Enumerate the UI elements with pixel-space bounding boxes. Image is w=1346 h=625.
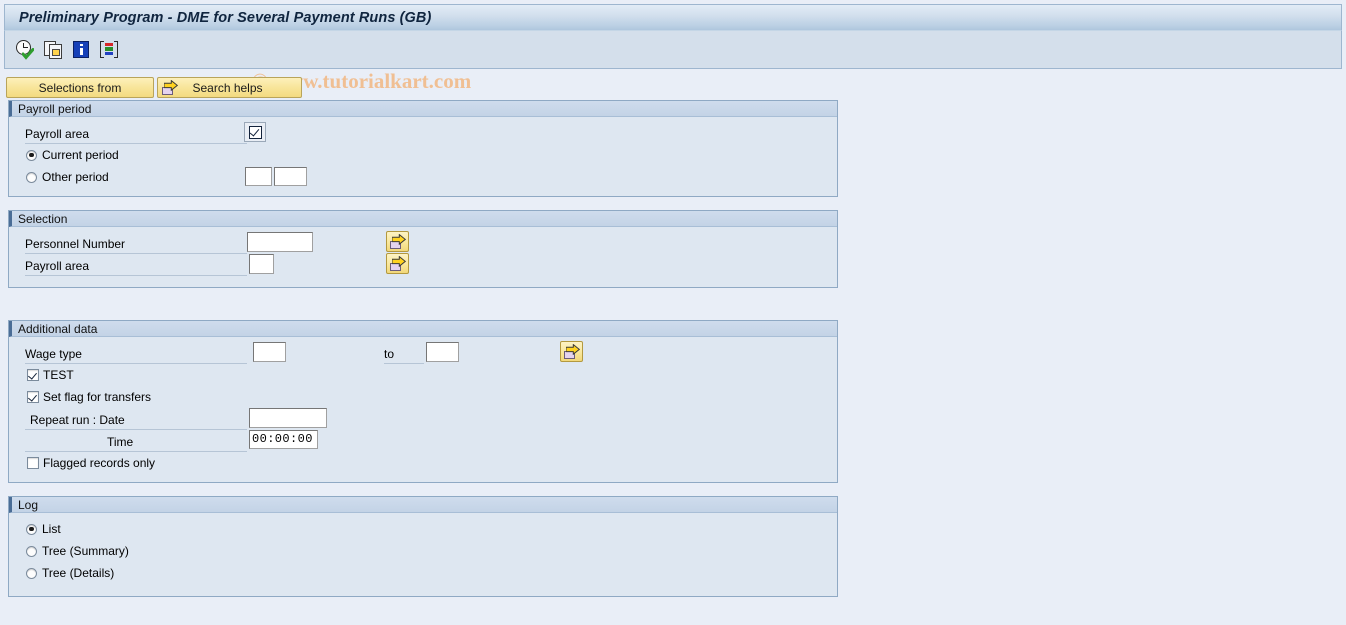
personnel-number-label: Personnel Number: [25, 237, 126, 251]
other-period-label: Other period: [42, 170, 109, 184]
payroll-area-multiselect-button[interactable]: [386, 253, 409, 274]
wage-type-label: Wage type: [25, 347, 82, 361]
stripe-green: [105, 47, 113, 51]
page-title: Preliminary Program - DME for Several Pa…: [19, 9, 432, 26]
multi-select-arrow-icon: [389, 256, 406, 271]
payroll-area-selection-input[interactable]: [249, 254, 274, 274]
copy-variant-icon[interactable]: [42, 39, 64, 61]
multi-select-arrow-icon: [563, 344, 580, 359]
flagged-records-label: Flagged records only: [43, 456, 156, 470]
green-check-icon: [22, 47, 34, 60]
additional-data-group: Additional data Wage type to TEST Set fl…: [8, 320, 838, 483]
payroll-period-group-title: Payroll period: [9, 101, 837, 117]
color-variant-icon[interactable]: [98, 39, 120, 61]
row-divider: [25, 143, 247, 144]
row-divider: [384, 363, 424, 364]
log-group-title: Log: [9, 497, 837, 513]
personnel-number-multiselect-button[interactable]: [386, 231, 409, 252]
search-helps-label: Search helps: [192, 80, 263, 95]
checkbox-indicator: [27, 391, 39, 403]
personnel-number-input[interactable]: [247, 232, 313, 252]
checkbox-indicator: [27, 369, 39, 381]
selections-from-button[interactable]: Selections from: [6, 77, 154, 98]
application-toolbar: © www.tutorialkart.com: [4, 30, 1342, 93]
radio-indicator: [26, 171, 37, 183]
flagged-records-only-checkbox[interactable]: Flagged records only: [27, 456, 155, 470]
search-helps-button[interactable]: Search helps: [157, 77, 302, 98]
wage-type-multiselect-button[interactable]: [560, 341, 583, 362]
other-period-field-2[interactable]: [274, 167, 307, 186]
payroll-period-group: Payroll period Payroll area Current peri…: [8, 100, 838, 197]
stripe-blue: [105, 51, 113, 55]
row-divider: [25, 429, 247, 430]
row-divider: [25, 451, 247, 452]
row-divider: [25, 275, 247, 276]
selection-button-row: Selections from Search helps: [6, 77, 302, 98]
window-title-bar: Preliminary Program - DME for Several Pa…: [4, 4, 1342, 30]
radio-indicator: [26, 149, 37, 161]
checkbox-glyph: [248, 125, 262, 139]
payroll-area-selection-label: Payroll area: [25, 259, 90, 273]
test-checkbox[interactable]: TEST: [27, 368, 74, 382]
radio-indicator: [26, 545, 37, 557]
selection-group-body: Personnel Number Payroll area: [9, 227, 837, 287]
selection-group: Selection Personnel Number Payroll area: [8, 210, 838, 288]
log-group-body: List Tree (Summary) Tree (Details): [9, 513, 837, 596]
wage-type-from-input[interactable]: [253, 342, 286, 362]
log-list-label: List: [42, 522, 61, 536]
wage-type-to-label: to: [384, 347, 395, 361]
radio-indicator: [26, 567, 37, 579]
other-period-radio[interactable]: Other period: [26, 170, 109, 184]
bracket-right: [114, 40, 118, 58]
payroll-period-group-body: Payroll area Current period Other period: [9, 117, 837, 196]
payroll-area-matchcode-checkbox[interactable]: [244, 122, 266, 142]
current-period-label: Current period: [42, 148, 119, 162]
log-list-radio[interactable]: List: [26, 522, 61, 536]
test-label: TEST: [43, 368, 74, 382]
row-divider: [25, 363, 247, 364]
log-group: Log List Tree (Summary) Tree (Details): [8, 496, 838, 597]
set-flag-label: Set flag for transfers: [43, 390, 152, 404]
stripe-red: [105, 42, 113, 46]
log-tree-summary-label: Tree (Summary): [42, 544, 129, 558]
additional-data-group-title: Additional data: [9, 321, 837, 337]
repeat-run-time-input[interactable]: 00:00:00: [249, 430, 318, 449]
log-tree-summary-radio[interactable]: Tree (Summary): [26, 544, 129, 558]
repeat-run-date-input[interactable]: [249, 408, 327, 428]
search-help-arrow-icon: [162, 80, 178, 95]
multi-select-arrow-icon: [389, 234, 406, 249]
folder-mark: [52, 48, 60, 56]
repeat-run-date-label: Repeat run : Date: [30, 413, 125, 427]
info-icon[interactable]: [70, 39, 92, 61]
execute-icon[interactable]: [14, 39, 36, 61]
repeat-run-time-label: Time: [107, 435, 134, 449]
wage-type-to-input[interactable]: [426, 342, 459, 362]
checkbox-indicator: [27, 457, 39, 469]
info-stem: [80, 47, 83, 55]
other-period-field-1[interactable]: [245, 167, 272, 186]
payroll-area-label: Payroll area: [25, 127, 90, 141]
additional-data-group-body: Wage type to TEST Set flag for transfers…: [9, 337, 837, 482]
current-period-radio[interactable]: Current period: [26, 148, 119, 162]
log-tree-details-radio[interactable]: Tree (Details): [26, 566, 114, 580]
set-flag-for-transfers-checkbox[interactable]: Set flag for transfers: [27, 390, 151, 404]
row-divider: [25, 253, 247, 254]
log-tree-details-label: Tree (Details): [42, 566, 115, 580]
selection-group-title: Selection: [9, 211, 837, 227]
radio-indicator: [26, 523, 37, 535]
bracket-left: [100, 40, 104, 58]
info-dot: [80, 43, 83, 46]
